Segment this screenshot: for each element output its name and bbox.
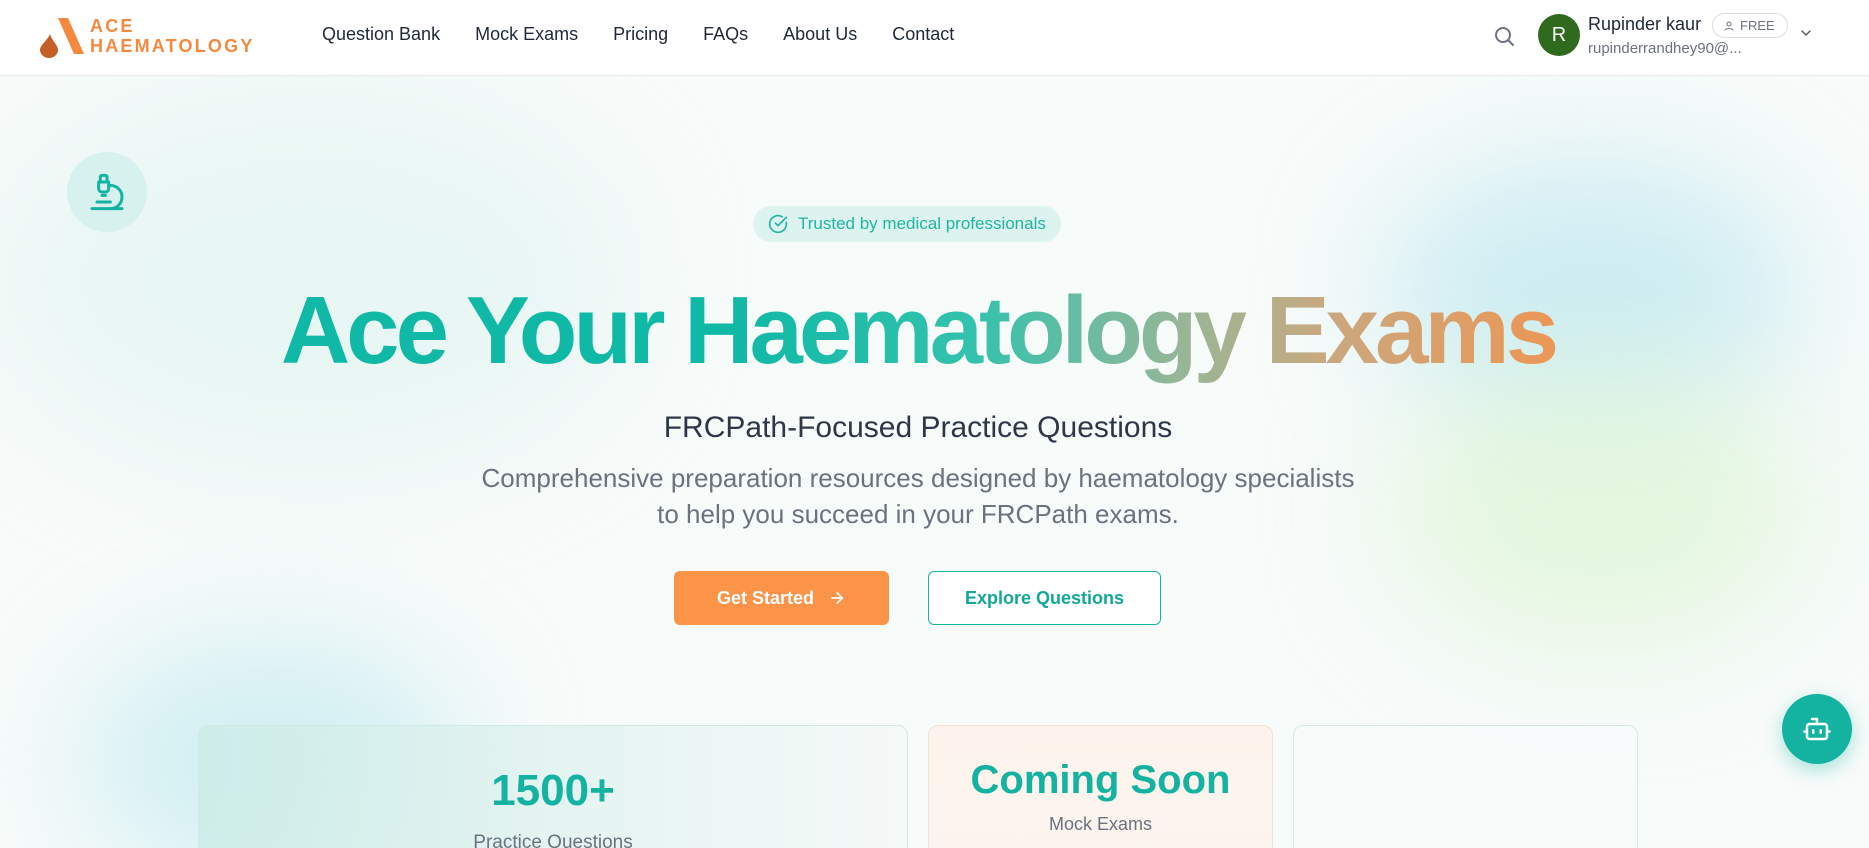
nav-contact[interactable]: Contact [892, 22, 954, 46]
explore-questions-button[interactable]: Explore Questions [928, 571, 1161, 625]
stat-label: Mock Exams [1048, 814, 1153, 834]
nav-mock-exams[interactable]: Mock Exams [475, 22, 578, 46]
logo-mark-icon [40, 18, 84, 58]
nav-faqs[interactable]: FAQs [703, 22, 748, 46]
user-name: Rupinder kaur [1588, 14, 1702, 34]
top-navbar: ACE HAEMATOLOGY Question Bank Mock Exams… [0, 0, 1869, 76]
get-started-button[interactable]: Get Started [674, 571, 889, 625]
logo-line-haematology: HAEMATOLOGY [90, 36, 255, 56]
bot-icon [1803, 717, 1831, 741]
microscope-icon [90, 173, 124, 211]
hero-description: Comprehensive preparation resources desi… [460, 460, 1376, 532]
user-email: rupinderrandhey90@... [1588, 40, 1742, 57]
arrow-right-icon [830, 591, 844, 605]
search-icon[interactable] [1492, 24, 1516, 48]
stat-card-empty [1293, 725, 1638, 848]
stat-card-questions: 1500+ Practice Questions [198, 725, 908, 848]
stat-label: Practice Questions [473, 832, 633, 848]
user-avatar[interactable]: R [1538, 14, 1580, 56]
hero-subtitle: FRCPath-Focused Practice Questions [663, 411, 1173, 444]
stat-value: 1500+ [491, 766, 615, 815]
plan-label: FREE [1740, 18, 1775, 33]
explore-questions-label: Explore Questions [964, 587, 1125, 608]
check-circle-icon [768, 214, 788, 234]
nav-about-us[interactable]: About Us [783, 22, 857, 46]
plan-badge: FREE [1712, 13, 1788, 38]
chatbot-button[interactable] [1782, 694, 1852, 764]
nav-pricing[interactable]: Pricing [613, 22, 668, 46]
logo-line-ace: ACE [90, 16, 135, 36]
nav-question-bank[interactable]: Question Bank [322, 22, 440, 46]
logo-wordmark: ACE HAEMATOLOGY [90, 16, 255, 56]
hero-description-line: to help you succeed in your FRCPath exam… [657, 499, 1179, 529]
get-started-label: Get Started [716, 587, 815, 608]
stat-value: Coming Soon [970, 758, 1231, 802]
chevron-down-icon[interactable] [1798, 25, 1814, 41]
main-nav: Question Bank Mock Exams Pricing FAQs Ab… [322, 22, 989, 46]
trust-badge: Trusted by medical professionals [753, 206, 1061, 242]
hero-title: Ace Your Haematology Exams [0, 276, 1836, 386]
stat-card-mock-exams: Coming Soon Mock Exams [928, 725, 1273, 848]
lab-badge [67, 152, 147, 232]
hero-description-line: Comprehensive preparation resources desi… [481, 463, 1355, 493]
trust-badge-label: Trusted by medical professionals [798, 214, 1046, 233]
brand-logo[interactable]: ACE HAEMATOLOGY [38, 14, 268, 58]
user-icon [1724, 21, 1734, 31]
